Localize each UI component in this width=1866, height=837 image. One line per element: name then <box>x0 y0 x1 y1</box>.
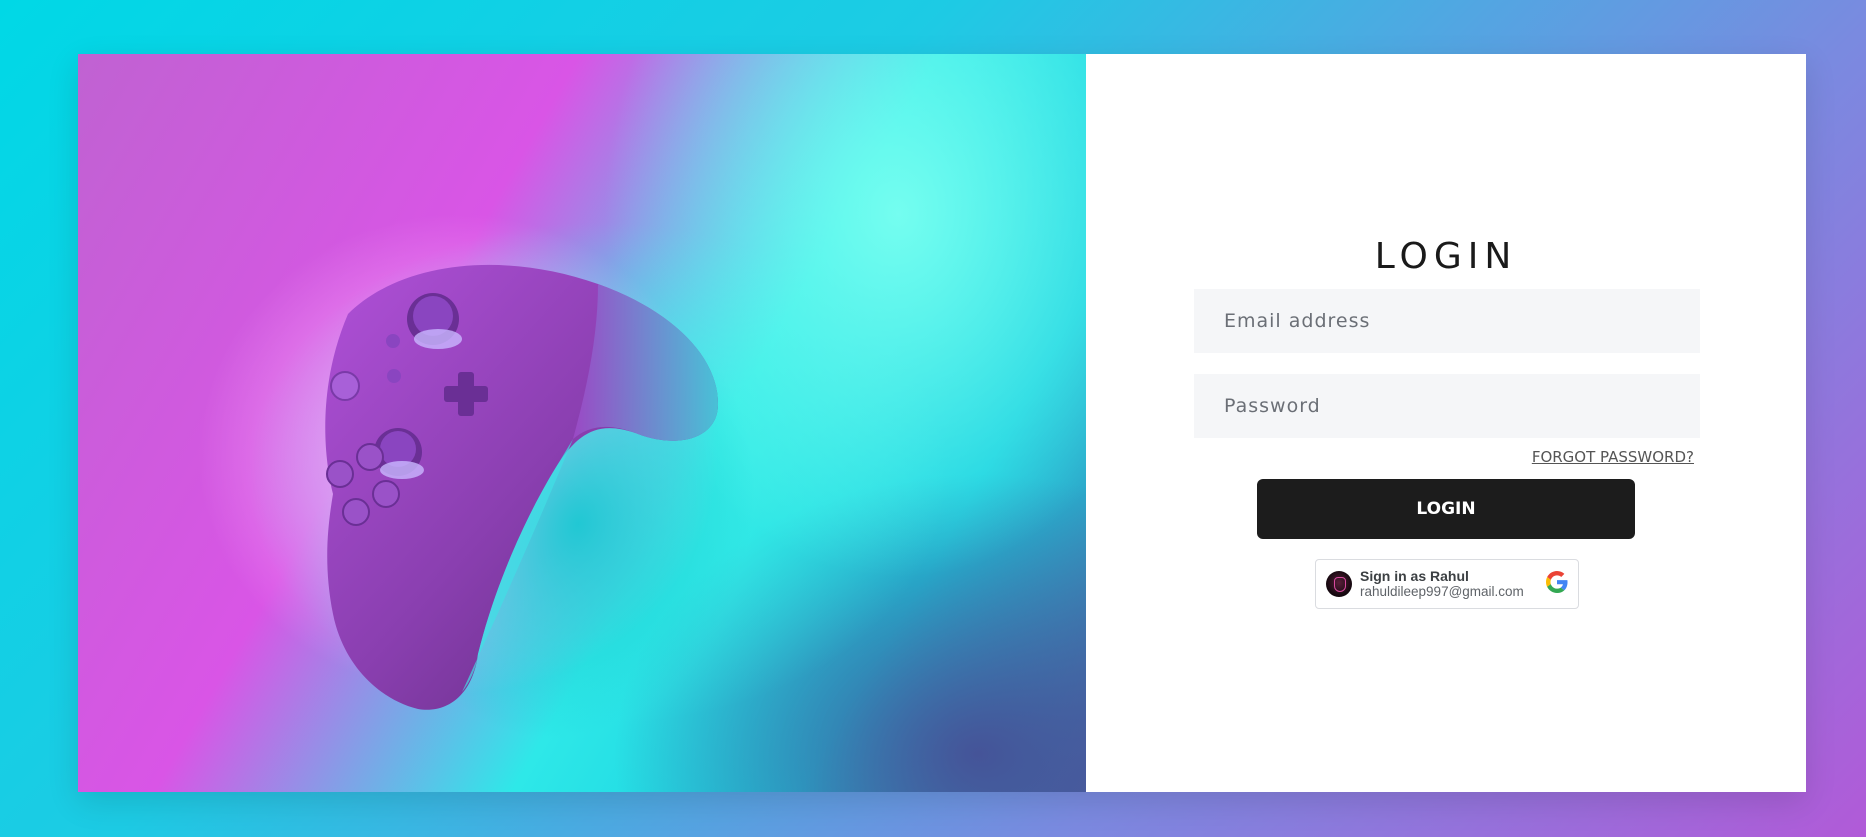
login-panel: LOGIN FORGOT PASSWORD? LOGIN Sign in as … <box>1086 54 1806 792</box>
hero-image <box>78 54 1086 792</box>
google-signin-text: Sign in as Rahul rahuldileep997@gmail.co… <box>1360 568 1546 600</box>
google-signin-email: rahuldileep997@gmail.com <box>1360 584 1524 600</box>
login-button[interactable]: LOGIN <box>1257 479 1635 539</box>
game-controller-image <box>325 264 755 739</box>
email-field[interactable] <box>1194 289 1700 353</box>
google-signin-label: Sign in as Rahul <box>1360 568 1469 585</box>
forgot-password-link[interactable]: FORGOT PASSWORD? <box>1532 448 1694 466</box>
google-signin-button[interactable]: Sign in as Rahul rahuldileep997@gmail.co… <box>1315 559 1579 609</box>
password-field[interactable] <box>1194 374 1700 438</box>
login-card: LOGIN FORGOT PASSWORD? LOGIN Sign in as … <box>78 54 1806 792</box>
avatar <box>1326 571 1352 597</box>
google-icon <box>1546 570 1568 598</box>
page-title: LOGIN <box>1374 236 1518 277</box>
